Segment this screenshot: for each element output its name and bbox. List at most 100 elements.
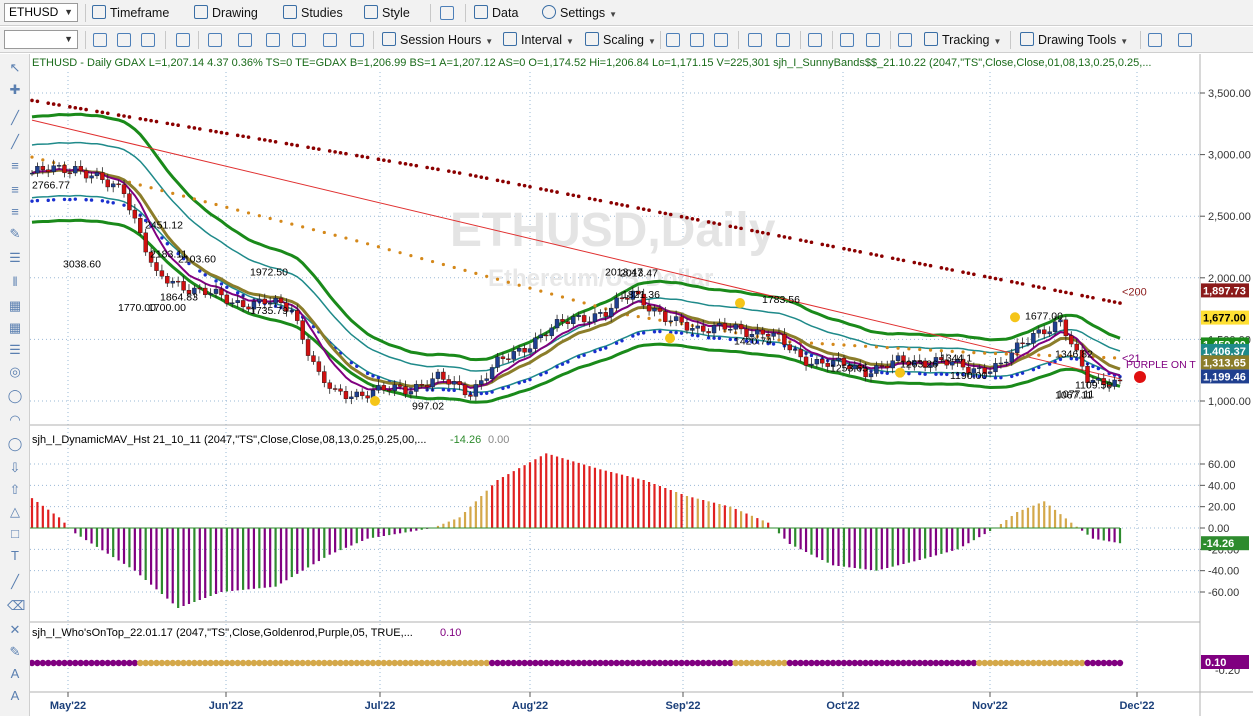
delete-icon[interactable]: ✕: [7, 622, 23, 638]
pointer-icon[interactable]: ↖: [7, 60, 23, 76]
candle-body: [376, 385, 381, 391]
ohlc-bars-icon[interactable]: [666, 33, 680, 47]
timeframe-icon: [92, 5, 106, 19]
clock-icon[interactable]: [208, 33, 222, 47]
crosshair-icon[interactable]: ✚: [7, 82, 23, 98]
ray-icon[interactable]: ╱: [7, 134, 23, 150]
tracking-menu[interactable]: Tracking ▼: [924, 31, 1001, 49]
candle-body: [62, 165, 67, 174]
arrows-icon[interactable]: [292, 33, 306, 47]
data-menu[interactable]: Data: [474, 4, 518, 22]
orange-ma-dot: [571, 298, 575, 302]
axis-tick-label: 0.00: [1208, 523, 1229, 535]
cursor-icon[interactable]: [117, 33, 131, 47]
circle-icon[interactable]: ◯: [7, 436, 23, 452]
ma200-dot: [1069, 291, 1074, 296]
brush-icon[interactable]: ✎: [7, 226, 23, 242]
ma200-dot: [717, 222, 722, 226]
pencil-icon[interactable]: ✎: [7, 644, 23, 660]
arc-icon[interactable]: ◠: [7, 412, 23, 428]
orange-ma-dot: [896, 346, 900, 350]
ma200-dot: [663, 211, 668, 216]
candlestick-icon[interactable]: [690, 33, 704, 47]
panels-icon[interactable]: [440, 6, 454, 20]
settings-icon[interactable]: [323, 33, 337, 47]
blue-ma-dot: [100, 199, 105, 203]
vertical-line-icon[interactable]: ‖: [7, 274, 23, 290]
ma200-dot: [766, 231, 770, 236]
blue-ma-dot: [51, 198, 56, 202]
session-hours-menu[interactable]: Session Hours ▼: [382, 31, 493, 49]
zoom-in-icon[interactable]: [840, 33, 854, 47]
candle-body: [868, 373, 874, 378]
fib-icon[interactable]: ≡: [7, 204, 23, 220]
crosshair-grid-icon[interactable]: [898, 33, 912, 47]
zoom-out-icon[interactable]: [866, 33, 880, 47]
style-menu[interactable]: Style: [364, 4, 410, 22]
blue-ma-dot: [219, 282, 224, 286]
candle-body: [879, 365, 885, 367]
hollow-candle-icon[interactable]: [714, 33, 728, 47]
symbol-dropdown[interactable]: ETHUSD ▼: [4, 3, 78, 22]
trend-icon[interactable]: [1148, 33, 1162, 47]
search-icon[interactable]: [176, 33, 190, 47]
candle-body: [452, 381, 457, 385]
objects-icon[interactable]: [350, 33, 364, 47]
orange-ma-dot: [192, 197, 196, 201]
text-icon[interactable]: A: [7, 688, 23, 704]
ma200-dot: [896, 257, 900, 262]
dots-badge-label: 0.10: [1205, 657, 1226, 669]
bar-compress-icon[interactable]: [776, 33, 790, 47]
chart-icon[interactable]: [238, 33, 252, 47]
dashboard-icon[interactable]: [1178, 33, 1192, 47]
blue-ma-dot: [934, 372, 938, 376]
blue-ma-dot: [522, 379, 527, 384]
blue-ma-dot: [636, 332, 640, 336]
drawing-tools-menu[interactable]: Drawing Tools ▼: [1020, 31, 1128, 49]
eraser-icon[interactable]: ⌫: [7, 598, 25, 614]
triangle-icon[interactable]: △: [7, 504, 23, 520]
image-icon[interactable]: [266, 33, 280, 47]
interval-menu[interactable]: Interval ▼: [503, 31, 574, 49]
trendline-icon[interactable]: ╱: [7, 110, 23, 126]
bar-spacing-icon[interactable]: [748, 33, 762, 47]
candle-body: [224, 294, 230, 304]
ma200-dot: [739, 226, 743, 231]
candle-body: [295, 310, 300, 321]
chart-type-dropdown[interactable]: ▼: [4, 30, 78, 49]
rectangle-icon[interactable]: □: [7, 526, 23, 542]
scaling-menu[interactable]: Scaling ▼: [585, 31, 656, 49]
slash-icon[interactable]: ╱: [7, 574, 23, 590]
arrow-down-icon[interactable]: ⇩: [7, 460, 23, 476]
ellipse-icon[interactable]: ◯: [7, 388, 23, 404]
grid-icon[interactable]: [141, 33, 155, 47]
drawing-menu[interactable]: Drawing: [194, 4, 258, 22]
axis-tick-label: 20.00: [1208, 502, 1236, 514]
grid-tool-icon[interactable]: ▦: [7, 320, 23, 336]
settings-menu[interactable]: Settings ▼: [542, 4, 617, 22]
blue-ma-dot: [728, 337, 732, 342]
candle-body: [798, 349, 803, 358]
candle-body: [695, 325, 700, 329]
refresh-icon[interactable]: [93, 33, 107, 47]
blue-ma-dot: [945, 372, 949, 377]
text-icon[interactable]: A: [7, 666, 23, 682]
ma200-dot: [436, 167, 440, 172]
blue-ma-dot: [674, 330, 678, 335]
arrow-up-icon[interactable]: ⇧: [7, 482, 23, 498]
gann-icon[interactable]: ▦: [7, 298, 23, 314]
blue-ma-dot: [517, 381, 521, 385]
cycle-icon[interactable]: ◎: [7, 364, 23, 380]
price-chart[interactable]: ETHUSD,Daily Ethereum/US Dollar 3038.60 2…: [30, 54, 1253, 716]
text-tool-icon[interactable]: T: [7, 548, 23, 564]
panels-icon[interactable]: [808, 33, 822, 47]
channel-icon[interactable]: ≡: [7, 158, 23, 174]
ma200-dot: [143, 117, 148, 122]
timeframe-menu[interactable]: Timeframe: [92, 4, 169, 22]
ruler-icon[interactable]: ☰: [7, 250, 23, 266]
studies-menu[interactable]: Studies: [283, 4, 343, 22]
ma200-dot: [566, 192, 570, 197]
horizontal-line-icon[interactable]: ☰: [7, 342, 23, 358]
pitchfork-icon[interactable]: ≡: [7, 182, 23, 198]
blue-ma-dot: [679, 331, 684, 335]
